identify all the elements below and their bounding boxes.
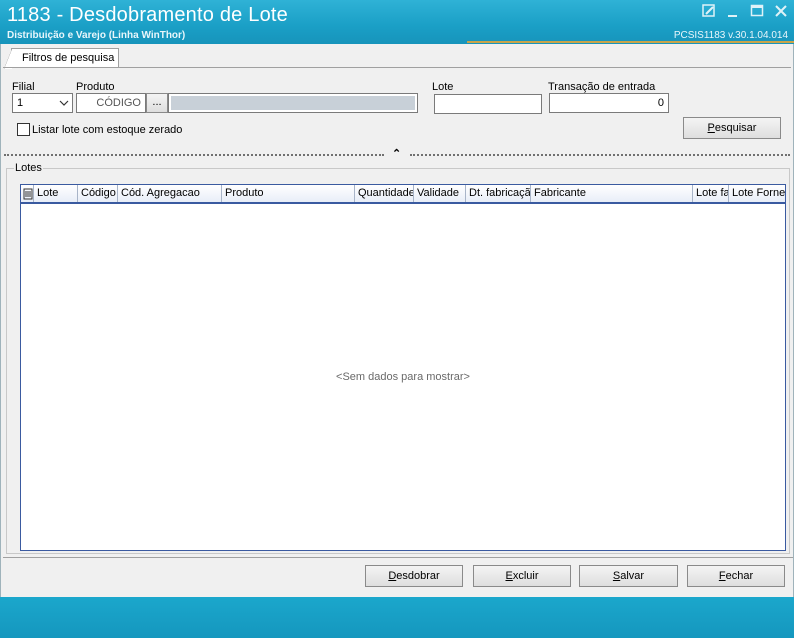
produto-label: Produto [76, 81, 115, 93]
listar-zerado-checkbox[interactable] [17, 123, 30, 136]
transacao-input[interactable]: 0 [549, 93, 669, 113]
panel-splitter[interactable]: ⌃ [4, 148, 790, 160]
restore-edit-icon[interactable] [702, 4, 716, 18]
column-header-lote-fabricante[interactable]: Lote fa [693, 185, 729, 202]
grid-header: Lote Código Cód. Agregacao Produto Quant… [21, 185, 785, 204]
close-icon[interactable] [774, 4, 788, 18]
maximize-icon[interactable] [750, 4, 764, 18]
lotes-group-title: Lotes [14, 162, 43, 174]
desdobrar-button[interactable]: Desdobrar [365, 565, 463, 587]
column-header-lote-fornecedor[interactable]: Lote Forne [729, 185, 785, 202]
filial-label: Filial [12, 81, 35, 93]
listar-zerado-label: Listar lote com estoque zerado [32, 124, 183, 136]
column-header-dt-fabricacao[interactable]: Dt. fabricação [466, 185, 531, 202]
window-title: 1183 - Desdobramento de Lote [7, 4, 288, 26]
collapse-up-icon[interactable]: ⌃ [392, 147, 401, 160]
column-header-quantidade[interactable]: Quantidade [355, 185, 414, 202]
produto-browse-button[interactable]: ... [146, 93, 168, 113]
fechar-button[interactable]: Fechar [687, 565, 785, 587]
accent-line [467, 41, 794, 43]
splitter-dots-left [4, 154, 384, 156]
main-window: Filtros de pesquisa Filial 1 Produto CÓD… [0, 44, 794, 597]
lote-input[interactable] [434, 94, 542, 114]
excluir-hotkey: E [505, 570, 513, 582]
produto-description-value [171, 96, 415, 110]
title-bar: 1183 - Desdobramento de Lote Distribuiçã… [0, 0, 794, 44]
transacao-label: Transação de entrada [548, 81, 656, 93]
column-chooser-icon[interactable] [21, 185, 34, 202]
excluir-button[interactable]: Excluir [473, 565, 571, 587]
fechar-label-rest: echar [725, 570, 754, 582]
column-header-cod-agregacao[interactable]: Cód. Agregacao [118, 185, 222, 202]
salvar-label-rest: alvar [620, 570, 645, 582]
window-subtitle: Distribuição e Varejo (Linha WinThor) [7, 30, 186, 41]
pesquisar-hotkey: P [707, 122, 715, 134]
produto-description-field[interactable] [168, 93, 418, 113]
filter-panel: Filial 1 Produto CÓDIGO ... Lote Transaç… [4, 75, 790, 149]
column-header-produto[interactable]: Produto [222, 185, 355, 202]
produto-code-field[interactable]: CÓDIGO [76, 93, 146, 113]
window-controls [702, 4, 788, 18]
excluir-label-rest: xcluir [512, 570, 539, 582]
minimize-icon[interactable] [726, 4, 740, 18]
produto-code-placeholder: CÓDIGO [96, 97, 141, 109]
pesquisar-button[interactable]: Pesquisar [683, 117, 781, 139]
tab-filtros-de-pesquisa[interactable]: Filtros de pesquisa [4, 48, 119, 69]
fechar-hotkey: F [718, 570, 726, 582]
desdobrar-label-rest: esdobrar [396, 570, 440, 582]
splitter-dots-right [410, 154, 790, 156]
column-header-lote[interactable]: Lote [34, 185, 78, 202]
column-header-codigo[interactable]: Código [78, 185, 118, 202]
chevron-down-icon [59, 100, 69, 106]
column-header-validade[interactable]: Validade [414, 185, 466, 202]
tab-divider [3, 67, 791, 68]
pesquisar-label-rest: esquisar [714, 122, 757, 134]
lotes-grid[interactable]: Lote Código Cód. Agregacao Produto Quant… [20, 184, 786, 551]
lote-label: Lote [432, 81, 454, 93]
footer-background [0, 597, 794, 638]
column-header-fabricante[interactable]: Fabricante [531, 185, 693, 202]
filial-value: 1 [17, 97, 24, 109]
salvar-button[interactable]: Salvar [579, 565, 678, 587]
version-label: PCSIS1183 v.30.1.04.014 [673, 30, 788, 41]
filial-select[interactable]: 1 [12, 93, 73, 113]
grid-empty-message: <Sem dados para mostrar> [336, 371, 470, 383]
action-bar: Desdobrar Excluir Salvar Fechar [3, 557, 793, 594]
